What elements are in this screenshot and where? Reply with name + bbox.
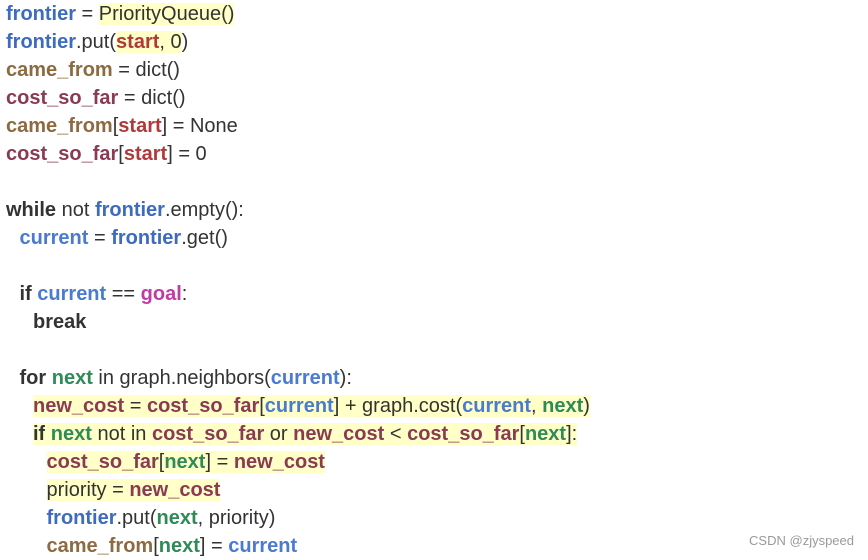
code-token: .put( xyxy=(76,31,117,53)
code-token: new_cost xyxy=(33,395,125,417)
code-line: break xyxy=(6,308,866,336)
code-line: came_from[start] = None xyxy=(6,112,866,140)
code-token: = xyxy=(88,227,112,249)
code-token: if xyxy=(33,423,46,445)
code-token: ] = None xyxy=(161,115,238,137)
code-token: cost_so_far xyxy=(151,423,265,445)
code-line: if next not in cost_so_far or new_cost <… xyxy=(6,420,866,448)
code-token: in graph.neighbors( xyxy=(92,367,271,389)
code-token: frontier xyxy=(6,31,76,53)
code-token: next xyxy=(51,367,93,389)
code-token: .put( xyxy=(116,507,157,529)
code-token: next xyxy=(156,507,198,529)
code-token: next xyxy=(158,535,200,557)
code-token: ): xyxy=(339,367,352,389)
code-token: not xyxy=(56,199,95,221)
code-token: : xyxy=(181,283,188,305)
code-line: new_cost = cost_so_far[current] + graph.… xyxy=(6,392,866,420)
code-token: , priority) xyxy=(197,507,276,529)
code-token: cost_so_far xyxy=(6,87,119,109)
code-line: cost_so_far = dict() xyxy=(6,84,866,112)
code-token: = dict() xyxy=(112,59,180,81)
code-token: frontier xyxy=(46,507,117,529)
code-line: current = frontier.get() xyxy=(6,224,866,252)
code-token: new_cost xyxy=(233,451,325,473)
code-token: ) xyxy=(181,31,189,53)
code-token: = dict() xyxy=(118,87,186,109)
code-token: ]: xyxy=(566,423,578,445)
code-line: if current == goal: xyxy=(6,280,866,308)
code-token: = xyxy=(76,3,99,25)
code-token: cost_so_far xyxy=(407,423,520,445)
code-token: frontier xyxy=(6,3,76,25)
code-line: while not frontier.empty(): xyxy=(6,196,866,224)
code-token: current xyxy=(19,227,89,249)
code-token: cost_so_far xyxy=(46,451,159,473)
code-line: came_from[next] = current xyxy=(6,532,866,560)
code-token: [ xyxy=(259,395,265,417)
code-token: current xyxy=(270,367,340,389)
code-line: frontier.put(next, priority) xyxy=(6,504,866,532)
code-token: next xyxy=(164,451,206,473)
code-token: PriorityQueue() xyxy=(98,3,235,25)
code-token: goal xyxy=(140,283,182,305)
code-token: next xyxy=(542,395,584,417)
code-token: ] = xyxy=(199,535,229,557)
code-token: current xyxy=(462,395,532,417)
code-token: start xyxy=(116,31,160,53)
code-line: priority = new_cost xyxy=(6,476,866,504)
code-token: frontier xyxy=(94,199,165,221)
code-token: break xyxy=(33,311,87,333)
code-token: .get() xyxy=(181,227,228,249)
code-block: frontier = PriorityQueue() frontier.put(s… xyxy=(6,0,866,560)
code-token: current xyxy=(264,395,334,417)
code-token: new_cost xyxy=(129,479,221,501)
code-line: frontier.put(start, 0) xyxy=(6,28,866,56)
code-token: ) xyxy=(583,395,590,417)
code-token: or xyxy=(264,423,294,445)
code-token: , xyxy=(159,31,171,53)
code-token: if xyxy=(19,283,32,305)
code-token: ] + graph.cost( xyxy=(333,395,463,417)
code-token: .empty(): xyxy=(164,199,244,221)
code-line: cost_so_far[next] = new_cost xyxy=(6,448,866,476)
code-token: == xyxy=(106,283,141,305)
code-token: next xyxy=(50,423,92,445)
code-token: cost_so_far xyxy=(6,143,119,165)
code-token: ] = 0 xyxy=(167,143,207,165)
code-token: = xyxy=(106,479,130,501)
code-token xyxy=(45,423,51,445)
code-token: came_from xyxy=(46,535,154,557)
code-token: start xyxy=(123,143,168,165)
code-line: cost_so_far[start] = 0 xyxy=(6,140,866,168)
code-token: = xyxy=(124,395,147,417)
code-token: , xyxy=(531,395,543,417)
code-token: for xyxy=(19,367,47,389)
code-token: came_from xyxy=(6,115,113,137)
code-line: frontier = PriorityQueue() xyxy=(6,0,866,28)
code-token: cost_so_far xyxy=(146,395,260,417)
code-token: 0 xyxy=(170,31,182,53)
code-token: priority xyxy=(46,479,107,501)
code-token: new_cost xyxy=(293,423,385,445)
watermark: CSDN @zjyspeed xyxy=(749,533,854,548)
code-token: frontier xyxy=(111,227,182,249)
code-token: current xyxy=(37,283,107,305)
code-line: for next in graph.neighbors(current): xyxy=(6,364,866,392)
code-token: came_from xyxy=(6,59,113,81)
code-token: not in xyxy=(91,423,152,445)
code-token: while xyxy=(6,199,57,221)
code-token: ] = xyxy=(205,451,234,473)
code-line: came_from = dict() xyxy=(6,56,866,84)
code-token: start xyxy=(118,115,162,137)
code-token: current xyxy=(228,535,298,557)
code-token: next xyxy=(524,423,567,445)
code-token: < xyxy=(384,423,408,445)
